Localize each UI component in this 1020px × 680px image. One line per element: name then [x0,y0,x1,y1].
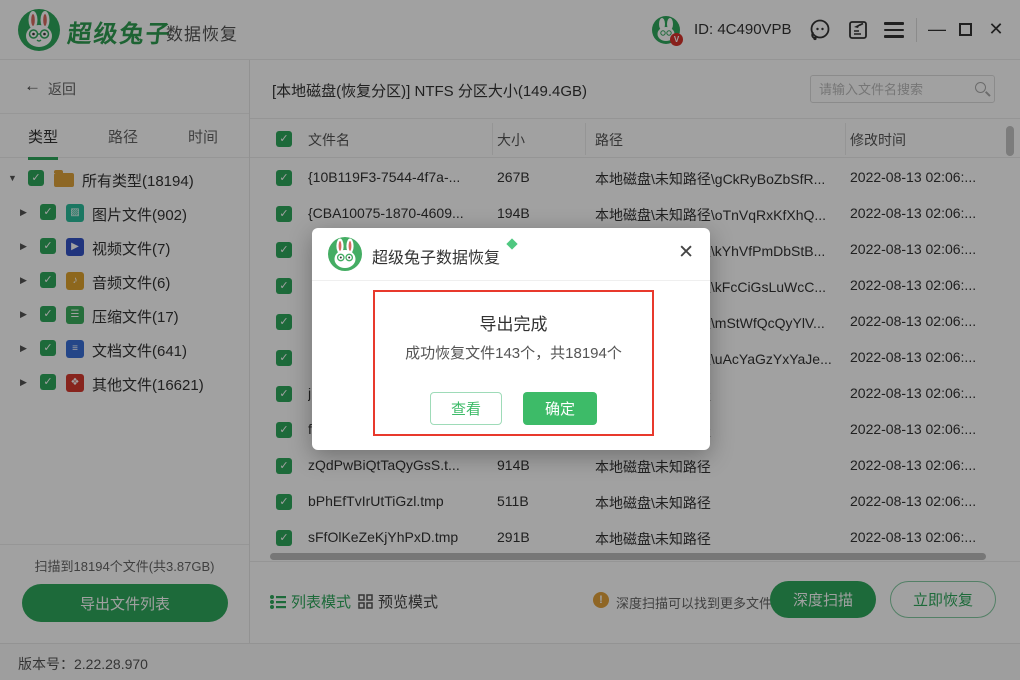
dialog-buttons: 查看 确定 [375,392,652,425]
export-complete-dialog: 超级兔子数据恢复 ✕ 导出完成 成功恢复文件143个，共18194个 查看 确定 [312,228,710,450]
dialog-message-title: 导出完成 [375,310,652,335]
view-button[interactable]: 查看 [430,392,502,425]
app-window: 超级兔子 数据恢复 V ID: 4C490VPB [0,0,1020,680]
diamond-decoration-icon [506,238,517,249]
ok-button[interactable]: 确定 [523,392,597,425]
divider [312,280,710,281]
dialog-title: 超级兔子数据恢复 [372,244,500,268]
dialog-rabbit-logo-icon [328,237,362,271]
dialog-close-button[interactable]: ✕ [678,241,694,264]
highlight-red-box: 导出完成 成功恢复文件143个，共18194个 查看 确定 [373,290,654,436]
dialog-message-body: 成功恢复文件143个，共18194个 [375,342,652,363]
